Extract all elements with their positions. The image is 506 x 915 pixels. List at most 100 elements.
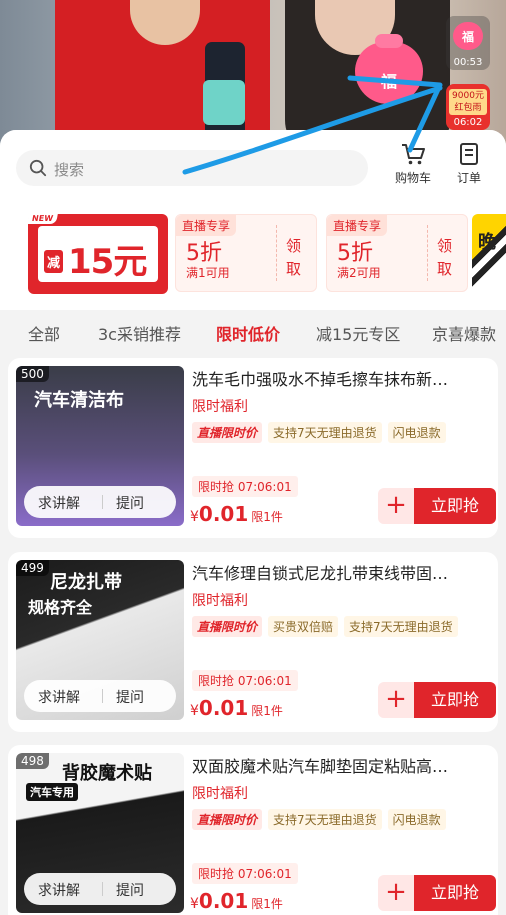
add-to-cart-button[interactable]: + [378, 682, 414, 718]
ask-explain-button[interactable]: 求讲解 [38, 493, 80, 513]
tab-minus-15-zone[interactable]: 减15元专区 [316, 321, 400, 345]
tag-fast-refund: 闪电退款 [387, 809, 446, 830]
product-rank: 499 [16, 560, 49, 576]
ask-question-button[interactable]: 提问 [116, 687, 144, 707]
red-packet-widget[interactable]: 9000元红包雨 06:02 [446, 84, 490, 130]
thumb-title: 背胶魔术贴 [62, 763, 152, 784]
coupon-discount: 5折 [186, 241, 222, 266]
tag-live-price: 直播限时价 [192, 422, 263, 443]
coupon-main-amount: 15元 [68, 242, 147, 282]
coupon-condition: 满1可用 [186, 266, 230, 280]
orders-button[interactable]: 订单 [447, 142, 491, 186]
cart-label: 购物车 [394, 171, 431, 185]
tag-7day-return: 支持7天无理由退货 [344, 616, 458, 637]
price-limit: 限1件 [251, 897, 283, 911]
product-thumbnail[interactable]: 499 尼龙扎带 规格齐全 求讲解 提问 [16, 560, 184, 720]
coupon-tag: 直播专享 [327, 215, 388, 236]
product-title[interactable]: 汽车修理自锁式尼龙扎带束线带固… [192, 560, 488, 584]
coupon-claim-button[interactable]: 领取 [437, 235, 457, 281]
order-icon [460, 143, 478, 165]
tag-live-price: 直播限时价 [192, 809, 263, 830]
ask-explain-button[interactable]: 求讲解 [38, 880, 80, 900]
lucky-bag-countdown: 00:53 [453, 57, 483, 68]
product-welfare: 限时福利 [192, 593, 248, 609]
category-tabs: 全部 3c采销推荐 限时低价 减15元专区 京喜爆款 [0, 310, 506, 356]
price-value: 0.01 [198, 696, 249, 720]
tag-7day-return: 支持7天无理由退货 [268, 809, 382, 830]
price-currency: ¥ [190, 703, 199, 719]
search-placeholder: 搜索 [54, 161, 85, 179]
lucky-bag-small-icon: 福 [453, 22, 483, 50]
red-packet-amount: 9000元红包雨 [449, 89, 487, 115]
coupon-reduce-15[interactable]: NEW 减 15元 [27, 213, 168, 294]
lucky-bag-icon[interactable]: 福 [355, 34, 423, 104]
product-welfare: 限时福利 [192, 399, 248, 415]
thumb-title: 汽车清洁布 [34, 390, 124, 411]
host-left-neck [130, 0, 200, 45]
product-price: ¥0.01 限1件 [190, 502, 283, 526]
new-tag: NEW [27, 213, 58, 224]
red-packet-countdown: 06:02 [453, 117, 483, 128]
tab-jingxi-hot[interactable]: 京喜爆款 [432, 321, 496, 345]
sheet-topbar: 搜索 购物车 订单 [0, 130, 506, 198]
coupon-peek[interactable]: 晚 [472, 214, 506, 294]
tag-7day-return: 支持7天无理由退货 [268, 422, 382, 443]
product-welfare: 限时福利 [192, 786, 248, 802]
ask-explain-button[interactable]: 求讲解 [38, 687, 80, 707]
price-value: 0.01 [198, 502, 249, 526]
product-title[interactable]: 双面胶魔术贴汽车脚垫固定粘贴高… [192, 753, 488, 777]
coupon-main-inner: 减 15元 [38, 226, 158, 282]
price-currency: ¥ [190, 896, 199, 912]
add-to-cart-button[interactable]: + [378, 875, 414, 911]
coupon-divider [427, 225, 428, 281]
tag-double-compensation: 买贵双倍赔 [268, 616, 339, 637]
product-thumbnail[interactable]: 500 汽车清洁布 求讲解 提问 [16, 366, 184, 526]
buy-now-button[interactable]: 立即抢 [414, 682, 496, 718]
product-card[interactable]: 500 汽车清洁布 求讲解 提问 洗车毛巾强吸水不掉毛擦车抹布新… 限时福利 直… [8, 358, 498, 538]
coupon-discount: 5折 [337, 241, 373, 266]
coupon-peek-text: 晚 [478, 232, 496, 253]
coupon-claim-button[interactable]: 领取 [286, 235, 306, 281]
tag-live-price: 直播限时价 [192, 616, 263, 637]
tab-3c-recommend[interactable]: 3c采销推荐 [98, 321, 181, 345]
cart-icon [402, 144, 425, 165]
thumb-subtitle: 规格齐全 [28, 598, 93, 617]
coupon-card-1[interactable]: 直播专享 5折 满1可用 领取 [175, 214, 317, 292]
search-icon [29, 159, 47, 177]
product-tags: 直播限时价 支持7天无理由退货 闪电退款 [192, 422, 452, 443]
thumb-title: 尼龙扎带 [50, 572, 122, 593]
ask-divider [102, 882, 103, 896]
flash-sale-countdown: 限时抢 07:06:01 [192, 863, 298, 884]
buy-now-button[interactable]: 立即抢 [414, 488, 496, 524]
coupon-condition: 满2可用 [337, 266, 381, 280]
flash-sale-countdown: 限时抢 07:06:01 [192, 476, 298, 497]
thumb-subtitle: 汽车专用 [26, 783, 78, 801]
ask-question-button[interactable]: 提问 [116, 493, 144, 513]
buy-now-button[interactable]: 立即抢 [414, 875, 496, 911]
coupon-card-2[interactable]: 直播专享 5折 满2可用 领取 [326, 214, 468, 292]
price-limit: 限1件 [251, 704, 283, 718]
price-value: 0.01 [198, 889, 249, 913]
ask-question-button[interactable]: 提问 [116, 880, 144, 900]
ask-divider [102, 689, 103, 703]
product-tags: 直播限时价 买贵双倍赔 支持7天无理由退货 [192, 616, 464, 637]
product-price: ¥0.01 限1件 [190, 889, 283, 913]
search-input[interactable]: 搜索 [16, 150, 368, 186]
product-card[interactable]: 498 背胶魔术贴 汽车专用 求讲解 提问 双面胶魔术贴汽车脚垫固定粘贴高… 限… [8, 745, 498, 915]
add-to-cart-button[interactable]: + [378, 488, 414, 524]
cart-button[interactable]: 购物车 [391, 142, 435, 186]
product-title[interactable]: 洗车毛巾强吸水不掉毛擦车抹布新… [192, 366, 488, 390]
orders-label: 订单 [456, 171, 481, 185]
lucky-bag-widget[interactable]: 福 00:53 [446, 16, 490, 70]
tab-limited-low-price[interactable]: 限时低价 [216, 321, 280, 345]
coupon-divider [276, 225, 277, 281]
coupon-row: NEW 减 15元 直播专享 5折 满1可用 领取 直播专享 5折 满2可用 领… [0, 198, 506, 310]
product-thumbnail[interactable]: 498 背胶魔术贴 汽车专用 求讲解 提问 [16, 753, 184, 913]
ask-buttons: 求讲解 提问 [24, 873, 176, 905]
tab-all[interactable]: 全部 [28, 321, 60, 345]
ask-buttons: 求讲解 提问 [24, 486, 176, 518]
product-card[interactable]: 499 尼龙扎带 规格齐全 求讲解 提问 汽车修理自锁式尼龙扎带束线带固… 限时… [8, 552, 498, 732]
phone-stand [203, 42, 245, 137]
price-currency: ¥ [190, 509, 199, 525]
coupon-main-prefix: 减 [44, 250, 64, 273]
